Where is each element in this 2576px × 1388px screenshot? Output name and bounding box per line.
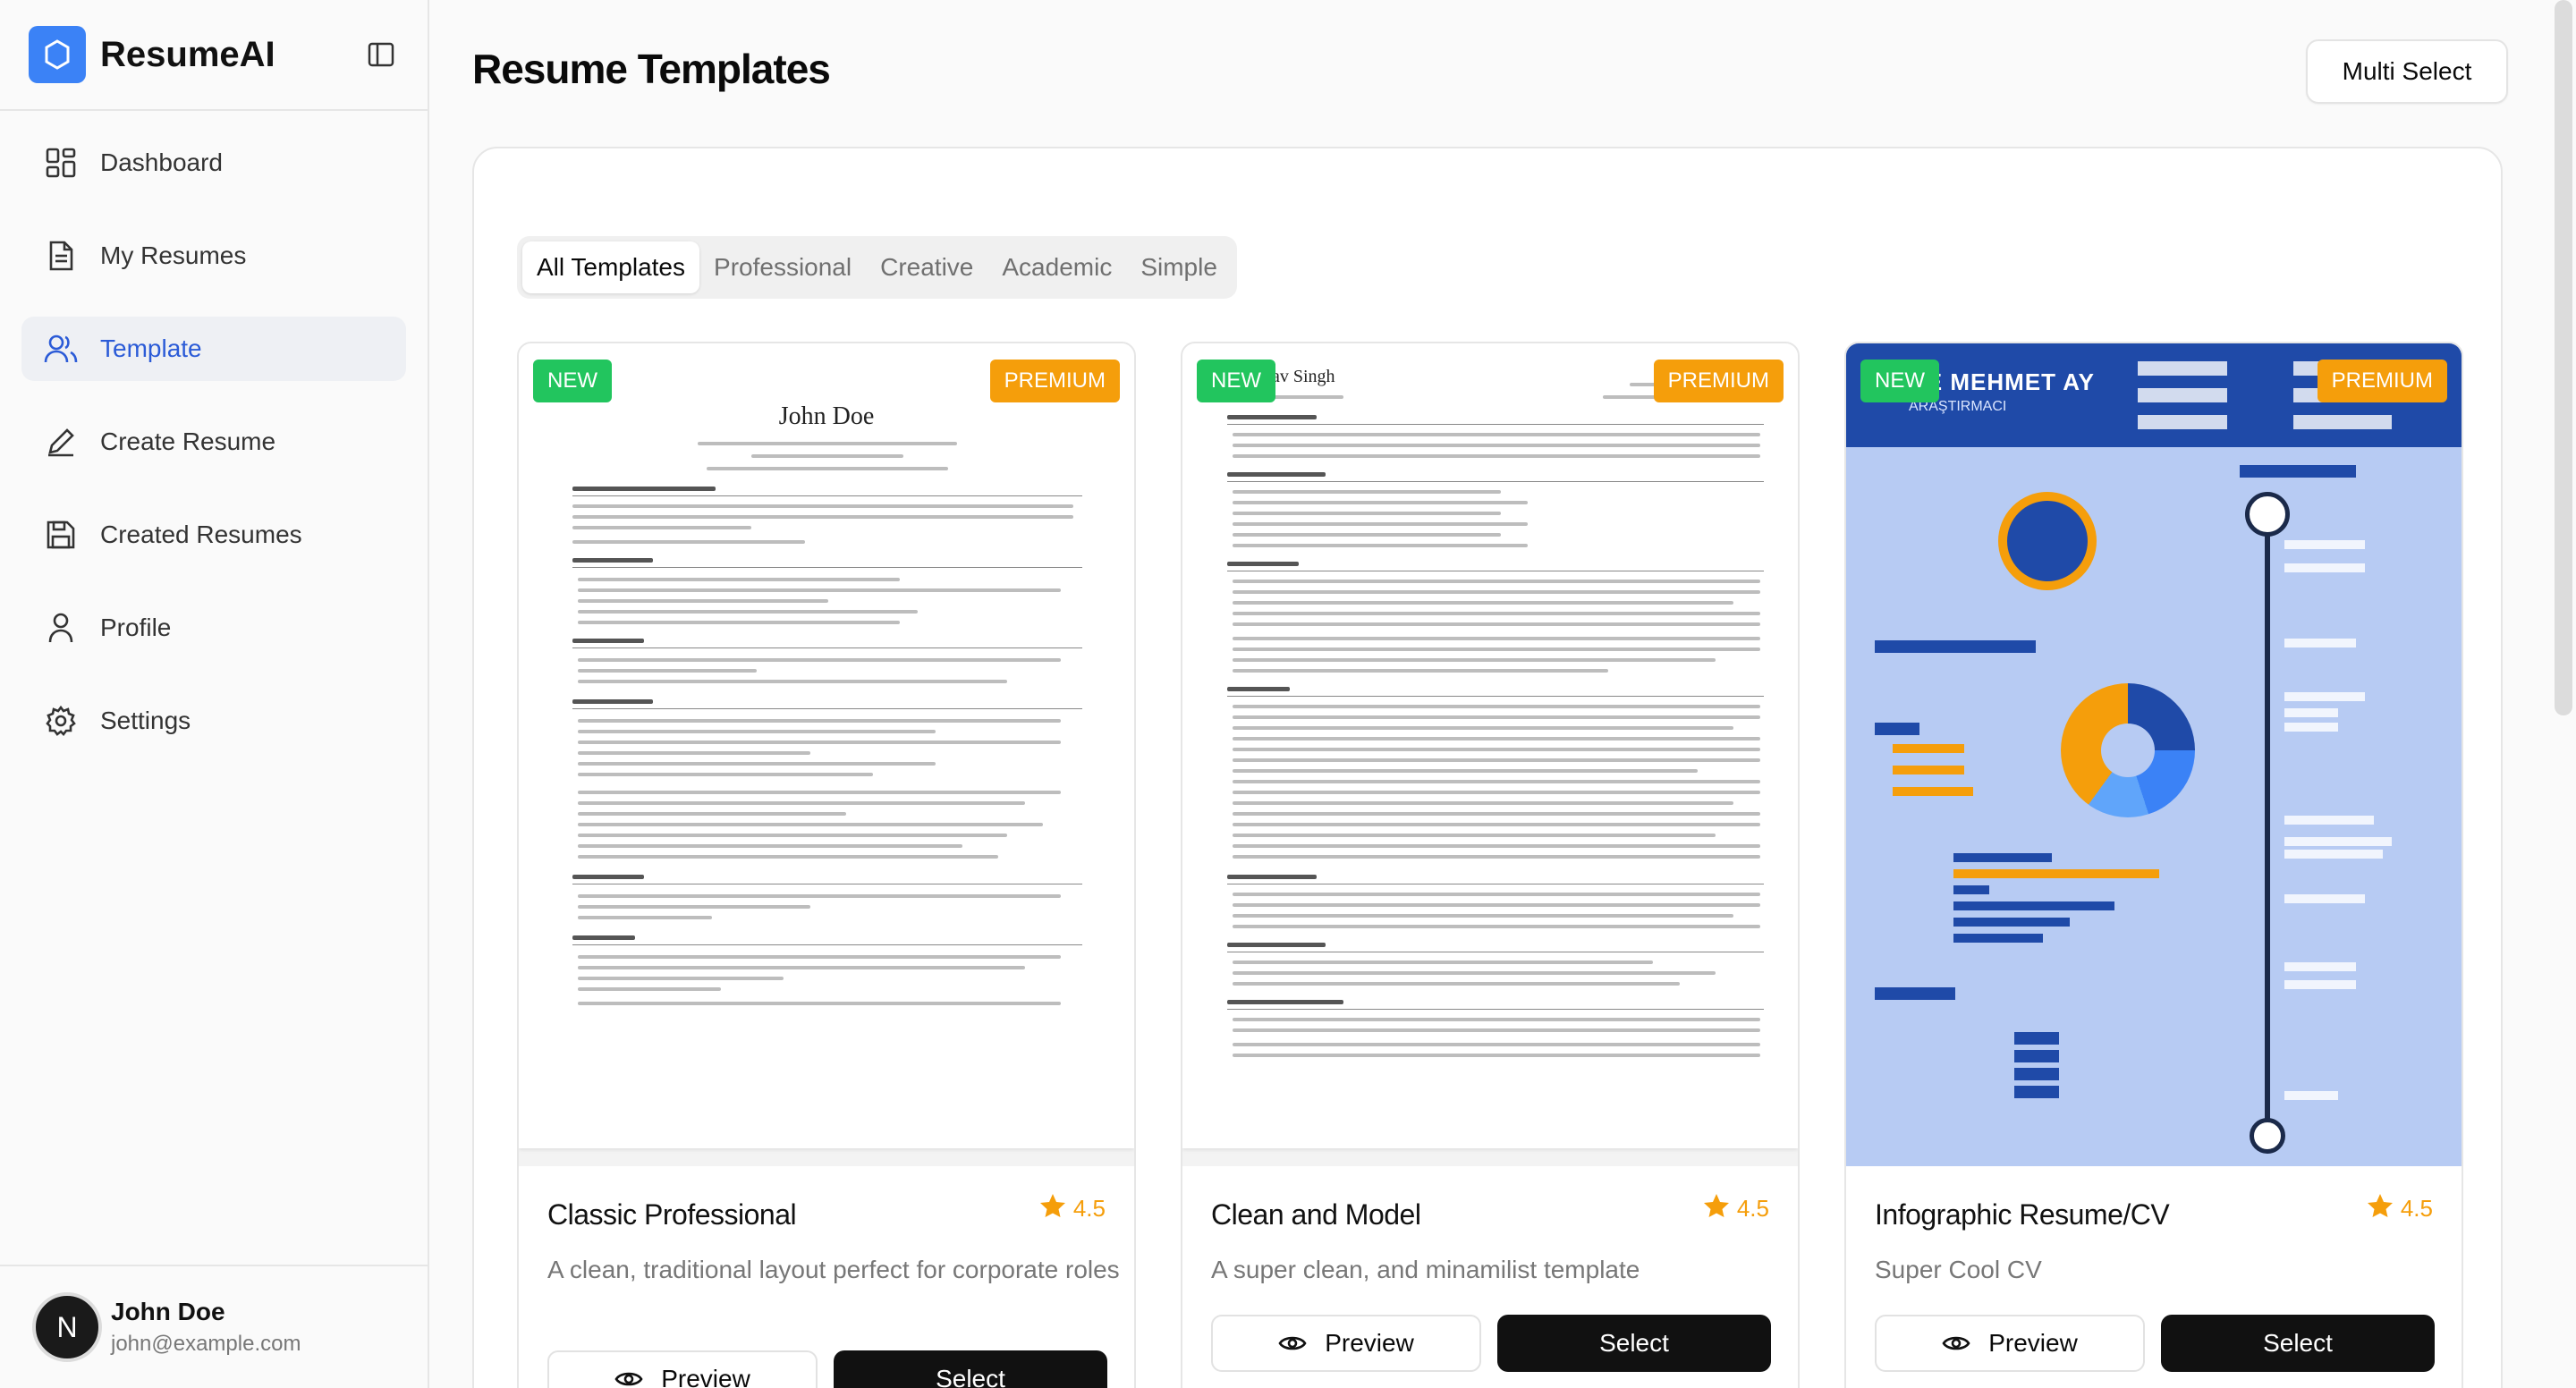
star-icon (1703, 1193, 1730, 1224)
select-button[interactable]: Select (1497, 1315, 1771, 1372)
template-description: A super clean, and minamilist template (1211, 1256, 1640, 1283)
sidebar-item-label: Template (100, 334, 202, 362)
resume-thumbnail: CE MEHMET AY ARAŞTIRMACI (1846, 343, 2462, 1166)
template-description: Super Cool CV (1875, 1256, 2042, 1283)
resume-thumbnail: John Doe (519, 343, 1134, 1148)
eye-icon (1278, 1333, 1307, 1353)
user-name: John Doe (111, 1298, 225, 1325)
select-button[interactable]: Select (2161, 1315, 2435, 1372)
sidebar-item-label: Create Resume (100, 427, 276, 455)
sidebar-item-created-resumes[interactable]: Created Resumes (21, 503, 406, 567)
template-title: Clean and Model (1211, 1198, 1421, 1231)
sidebar-item-label: Created Resumes (100, 520, 302, 548)
new-badge: NEW (1860, 360, 1939, 402)
avatar: N (32, 1292, 102, 1362)
rating-value: 4.5 (1736, 1195, 1769, 1222)
scrollbar[interactable] (2555, 0, 2572, 715)
brand-header: ResumeAI (0, 0, 428, 111)
sidebar-item-label: Dashboard (100, 148, 223, 176)
template-title: Classic Professional (547, 1198, 797, 1231)
new-badge: NEW (533, 360, 612, 402)
sidebar-item-profile[interactable]: Profile (21, 596, 406, 660)
users-icon (43, 331, 79, 367)
app-root: ResumeAI Dashboard My Resumes Template C… (0, 0, 2576, 1388)
user-profile-card[interactable]: N John Doe john@example.com (0, 1265, 428, 1388)
rating-value: 4.5 (1072, 1195, 1106, 1222)
user-icon (43, 610, 79, 646)
template-preview-image[interactable]: John Doe NEW PREMIUM (519, 343, 1134, 1166)
thumbnail-name: John Doe (778, 402, 875, 430)
page-title: Resume Templates (472, 46, 831, 92)
preview-button[interactable]: Preview (1875, 1315, 2145, 1372)
sidebar-item-label: My Resumes (100, 241, 247, 269)
logo-icon (29, 26, 86, 83)
premium-badge: PREMIUM (2317, 360, 2447, 402)
eye-icon (1942, 1333, 1970, 1353)
star-icon (1039, 1193, 1066, 1224)
eye-icon (614, 1369, 643, 1388)
preview-button[interactable]: Preview (547, 1350, 818, 1388)
tab-academic[interactable]: Academic (987, 241, 1126, 293)
tab-all-templates[interactable]: All Templates (522, 241, 700, 293)
sidebar-item-settings[interactable]: Settings (21, 689, 406, 753)
user-info: John Doe john@example.com (111, 1298, 301, 1357)
template-tabs: All Templates Professional Creative Acad… (517, 236, 1237, 299)
rating: 4.5 (1703, 1193, 1769, 1224)
brand-name: ResumeAI (100, 34, 275, 74)
rating: 4.5 (2367, 1193, 2433, 1224)
preview-button[interactable]: Preview (1211, 1315, 1481, 1372)
multi-select-button[interactable]: Multi Select (2306, 39, 2508, 104)
sidebar-item-create-resume[interactable]: Create Resume (21, 410, 406, 474)
star-icon (2367, 1193, 2394, 1224)
rating: 4.5 (1039, 1193, 1106, 1224)
template-card-clean-and-model[interactable]: hav Singh NEW PREMIUM Clean and Model 4.… (1181, 342, 1800, 1388)
template-preview-image[interactable]: CE MEHMET AY ARAŞTIRMACI NEW PREMIUM (1846, 343, 2462, 1166)
preview-label: Preview (661, 1365, 750, 1388)
preview-label: Preview (1988, 1329, 2078, 1357)
preview-label: Preview (1325, 1329, 1414, 1357)
template-card-infographic[interactable]: CE MEHMET AY ARAŞTIRMACI NEW PREMIUM Inf… (1844, 342, 2463, 1388)
user-email: john@example.com (111, 1332, 301, 1356)
sidebar: ResumeAI Dashboard My Resumes Template C… (0, 0, 429, 1388)
sidebar-nav: Dashboard My Resumes Template Create Res… (0, 111, 428, 801)
sidebar-item-my-resumes[interactable]: My Resumes (21, 224, 406, 288)
template-card-classic-professional[interactable]: John Doe NEW PREMIUM Classic Professiona… (517, 342, 1136, 1388)
save-icon (43, 517, 79, 553)
tab-creative[interactable]: Creative (866, 241, 987, 293)
tab-simple[interactable]: Simple (1126, 241, 1232, 293)
resume-thumbnail: hav Singh (1182, 343, 1798, 1148)
sidebar-item-template[interactable]: Template (21, 317, 406, 381)
sidebar-item-label: Settings (100, 707, 191, 734)
template-title: Infographic Resume/CV (1875, 1198, 2170, 1231)
document-icon (43, 238, 79, 274)
sidebar-item-label: Profile (100, 614, 172, 641)
dashboard-icon (43, 145, 79, 181)
sidebar-item-dashboard[interactable]: Dashboard (21, 131, 406, 195)
premium-badge: PREMIUM (989, 360, 1120, 402)
premium-badge: PREMIUM (1653, 360, 1784, 402)
rating-value: 4.5 (2400, 1195, 2433, 1222)
sidebar-toggle-icon[interactable] (363, 37, 399, 72)
pen-icon (43, 424, 79, 460)
new-badge: NEW (1197, 360, 1275, 402)
select-button[interactable]: Select (834, 1350, 1107, 1388)
template-preview-image[interactable]: hav Singh NEW PREMIUM (1182, 343, 1798, 1166)
tab-professional[interactable]: Professional (699, 241, 866, 293)
gear-icon (43, 703, 79, 739)
template-description: A clean, traditional layout perfect for … (547, 1256, 1120, 1283)
